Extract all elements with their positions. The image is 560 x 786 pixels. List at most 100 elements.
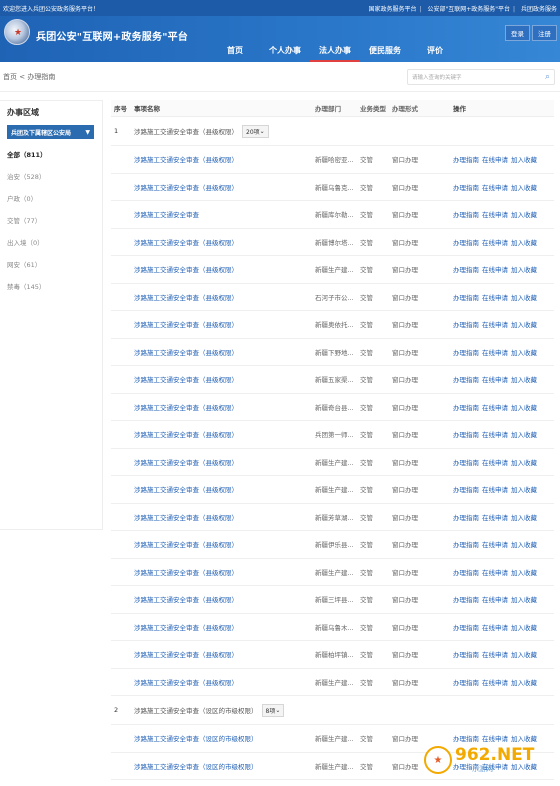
search-icon[interactable]: ⌕	[545, 72, 550, 82]
top-link-national[interactable]: 国家政务服务平台	[369, 6, 417, 13]
guide-link[interactable]: 办理指南	[453, 347, 479, 357]
nav-legal-person[interactable]: 法人办事	[310, 45, 360, 62]
apply-online-link[interactable]: 在线申请	[482, 347, 508, 357]
category-narcotics[interactable]: 禁毒（145）	[7, 281, 102, 291]
register-button[interactable]: 注册	[532, 25, 557, 41]
group-expand-toggle[interactable]: 8项 ⌄	[261, 703, 285, 717]
apply-online-link[interactable]: 在线申请	[482, 649, 508, 659]
item-name-link[interactable]: 涉路施工交通安全审查（县级权限）	[134, 182, 315, 192]
guide-link[interactable]: 办理指南	[453, 319, 479, 329]
item-name-link[interactable]: 涉路施工交通安全审查（县级权限）	[134, 567, 315, 577]
item-name-link[interactable]: 涉路施工交通安全审查（县级权限）	[134, 402, 315, 412]
category-exit-entry[interactable]: 出入境（0）	[7, 237, 102, 247]
apply-online-link[interactable]: 在线申请	[482, 292, 508, 302]
add-favorite-link[interactable]: 加入收藏	[511, 649, 537, 659]
item-name-link[interactable]: 涉路施工交通安全审查（县级权限）	[134, 154, 315, 164]
apply-online-link[interactable]: 在线申请	[482, 182, 508, 192]
nav-personal[interactable]: 个人办事	[260, 45, 310, 62]
add-favorite-link[interactable]: 加入收藏	[511, 209, 537, 219]
guide-link[interactable]: 办理指南	[453, 292, 479, 302]
apply-online-link[interactable]: 在线申请	[482, 264, 508, 274]
item-name-link[interactable]: 涉路施工交通安全审查（县级权限）	[134, 594, 315, 604]
top-link-bingtuan[interactable]: 兵团政务服务	[521, 6, 557, 13]
guide-link[interactable]: 办理指南	[453, 622, 479, 632]
add-favorite-link[interactable]: 加入收藏	[511, 374, 537, 384]
login-button[interactable]: 登录	[505, 25, 530, 41]
guide-link[interactable]: 办理指南	[453, 264, 479, 274]
area-dropdown[interactable]: 兵团及下属辖区公安局 ▼	[7, 125, 94, 139]
category-all[interactable]: 全部（811）	[7, 149, 102, 159]
apply-online-link[interactable]: 在线申请	[482, 374, 508, 384]
item-name-link[interactable]: 涉路施工交通安全审查（县级权限）	[134, 457, 315, 467]
breadcrumb[interactable]: 首页 < 办理指南	[3, 72, 55, 82]
guide-link[interactable]: 办理指南	[453, 539, 479, 549]
search-box[interactable]: 请输入查询的关键字 ⌕	[407, 68, 555, 85]
apply-online-link[interactable]: 在线申请	[482, 677, 508, 687]
add-favorite-link[interactable]: 加入收藏	[511, 539, 537, 549]
guide-link[interactable]: 办理指南	[453, 209, 479, 219]
add-favorite-link[interactable]: 加入收藏	[511, 319, 537, 329]
item-name-link[interactable]: 涉路施工交通安全审查（县级权限）	[134, 484, 315, 494]
apply-online-link[interactable]: 在线申请	[482, 429, 508, 439]
guide-link[interactable]: 办理指南	[453, 374, 479, 384]
add-favorite-link[interactable]: 加入收藏	[511, 457, 537, 467]
apply-online-link[interactable]: 在线申请	[482, 209, 508, 219]
item-name-link[interactable]: 涉路施工交通安全审查（县级权限）	[134, 374, 315, 384]
apply-online-link[interactable]: 在线申请	[482, 457, 508, 467]
add-favorite-link[interactable]: 加入收藏	[511, 484, 537, 494]
apply-online-link[interactable]: 在线申请	[482, 237, 508, 247]
add-favorite-link[interactable]: 加入收藏	[511, 292, 537, 302]
apply-online-link[interactable]: 在线申请	[482, 567, 508, 577]
guide-link[interactable]: 办理指南	[453, 237, 479, 247]
add-favorite-link[interactable]: 加入收藏	[511, 512, 537, 522]
item-name-link[interactable]: 涉路施工交通安全审查（县级权限）	[134, 237, 315, 247]
guide-link[interactable]: 办理指南	[453, 512, 479, 522]
add-favorite-link[interactable]: 加入收藏	[511, 154, 537, 164]
apply-online-link[interactable]: 在线申请	[482, 512, 508, 522]
add-favorite-link[interactable]: 加入收藏	[511, 264, 537, 274]
add-favorite-link[interactable]: 加入收藏	[511, 402, 537, 412]
item-name-link[interactable]: 涉路施工交通安全审查	[134, 209, 315, 219]
search-input[interactable]: 请输入查询的关键字	[412, 73, 462, 81]
add-favorite-link[interactable]: 加入收藏	[511, 594, 537, 604]
apply-online-link[interactable]: 在线申请	[482, 622, 508, 632]
item-name-link[interactable]: 涉路施工交通安全审查（县级权限）	[134, 319, 315, 329]
item-name-link[interactable]: 涉路施工交通安全审查（县级权限）	[134, 622, 315, 632]
apply-online-link[interactable]: 在线申请	[482, 319, 508, 329]
item-name-link[interactable]: 涉路施工交通安全审查（设区的市级权限）	[134, 761, 315, 771]
item-name-link[interactable]: 涉路施工交通安全审查（县级权限）	[134, 429, 315, 439]
apply-online-link[interactable]: 在线申请	[482, 154, 508, 164]
item-name-link[interactable]: 涉路施工交通安全审查（设区的市级权限）	[134, 733, 315, 743]
add-favorite-link[interactable]: 加入收藏	[511, 237, 537, 247]
item-name-link[interactable]: 涉路施工交通安全审查（县级权限）	[134, 677, 315, 687]
add-favorite-link[interactable]: 加入收藏	[511, 429, 537, 439]
apply-online-link[interactable]: 在线申请	[482, 484, 508, 494]
guide-link[interactable]: 办理指南	[453, 154, 479, 164]
apply-online-link[interactable]: 在线申请	[482, 594, 508, 604]
guide-link[interactable]: 办理指南	[453, 649, 479, 659]
apply-online-link[interactable]: 在线申请	[482, 539, 508, 549]
item-name-link[interactable]: 涉路施工交通安全审查（县级权限）	[134, 347, 315, 357]
add-favorite-link[interactable]: 加入收藏	[511, 677, 537, 687]
category-traffic[interactable]: 交管（77）	[7, 215, 102, 225]
add-favorite-link[interactable]: 加入收藏	[511, 622, 537, 632]
nav-home[interactable]: 首页	[210, 45, 260, 62]
item-name-link[interactable]: 涉路施工交通安全审查（县级权限）	[134, 539, 315, 549]
item-name-link[interactable]: 涉路施工交通安全审查（县级权限）	[134, 264, 315, 274]
item-name-link[interactable]: 涉路施工交通安全审查（县级权限）	[134, 649, 315, 659]
guide-link[interactable]: 办理指南	[453, 402, 479, 412]
nav-evaluate[interactable]: 评价	[410, 45, 460, 62]
guide-link[interactable]: 办理指南	[453, 182, 479, 192]
category-cyber[interactable]: 网安（61）	[7, 259, 102, 269]
nav-convenience[interactable]: 便民服务	[360, 45, 410, 62]
add-favorite-link[interactable]: 加入收藏	[511, 567, 537, 577]
guide-link[interactable]: 办理指南	[453, 594, 479, 604]
guide-link[interactable]: 办理指南	[453, 677, 479, 687]
add-favorite-link[interactable]: 加入收藏	[511, 347, 537, 357]
guide-link[interactable]: 办理指南	[453, 429, 479, 439]
item-name-link[interactable]: 涉路施工交通安全审查（县级权限）	[134, 292, 315, 302]
category-household[interactable]: 户政（0）	[7, 193, 102, 203]
top-link-ministry[interactable]: 公安部"互联网+政务服务"平台	[427, 6, 510, 13]
guide-link[interactable]: 办理指南	[453, 484, 479, 494]
add-favorite-link[interactable]: 加入收藏	[511, 182, 537, 192]
